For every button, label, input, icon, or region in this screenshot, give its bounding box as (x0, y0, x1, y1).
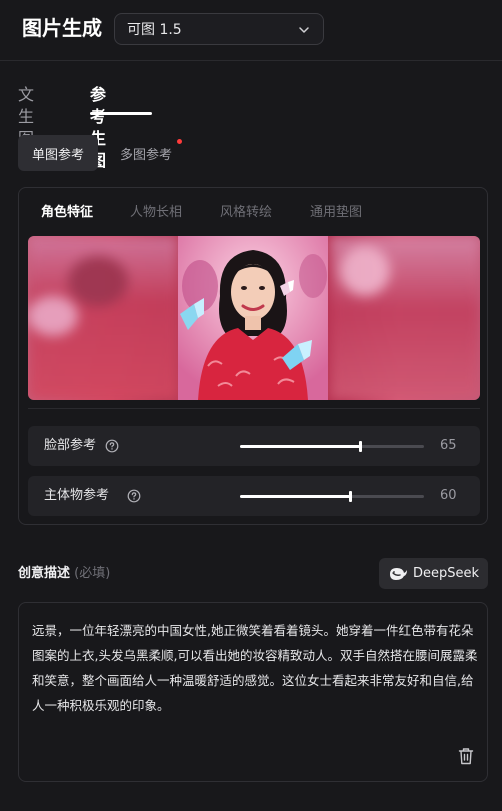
active-tab-indicator (90, 112, 152, 115)
reference-portrait-image (178, 236, 328, 400)
deepseek-button[interactable]: DeepSeek (379, 558, 488, 589)
description-heading: 创意描述 (必填) (18, 565, 110, 583)
slider-fill (240, 445, 360, 448)
face-reference-slider[interactable] (240, 441, 424, 452)
description-title: 创意描述 (18, 566, 71, 581)
deepseek-label: DeepSeek (412, 566, 480, 581)
face-reference-value: 65 (440, 438, 457, 453)
trash-icon[interactable] (458, 747, 474, 765)
face-reference-slider-row: 脸部参考 65 (28, 426, 480, 466)
tab-face-appearance[interactable]: 人物长相 (130, 204, 182, 222)
divider (28, 408, 480, 409)
slider-fill (240, 495, 350, 498)
reference-image-preview[interactable] (28, 236, 480, 400)
required-hint: (必填) (74, 566, 111, 581)
face-reference-label: 脸部参考 (44, 438, 97, 453)
blurred-background-right (330, 236, 480, 400)
help-circle-icon[interactable] (105, 439, 119, 453)
blurred-background-left (28, 236, 178, 400)
single-reference-button[interactable]: 单图参考 (18, 135, 98, 171)
slider-thumb[interactable] (359, 441, 362, 452)
tab-character-feature[interactable]: 角色特征 (41, 204, 93, 222)
model-select[interactable]: 可图 1.5 (114, 13, 324, 45)
new-badge-dot (177, 139, 182, 144)
subject-reference-label: 主体物参考 (44, 488, 110, 503)
slider-thumb[interactable] (349, 491, 352, 502)
reference-card: 角色特征 人物长相 风格转绘 通用垫图 脸部参考 65 主体物参考 60 (18, 187, 488, 525)
page-title: 图片生成 (22, 16, 102, 40)
header: 图片生成 可图 1.5 (0, 0, 502, 61)
multi-reference-button[interactable]: 多图参考 (106, 135, 186, 171)
chevron-down-icon (299, 27, 309, 33)
subject-reference-slider[interactable] (240, 491, 424, 502)
subject-reference-value: 60 (440, 488, 457, 503)
description-textarea[interactable]: 远景，一位年轻漂亮的中国女性,她正微笑着看着镜头。她穿着一件红色带有花朵图案的上… (18, 602, 488, 782)
tab-general-base-image[interactable]: 通用垫图 (310, 204, 362, 222)
subject-reference-slider-row: 主体物参考 60 (28, 476, 480, 516)
description-text: 远景，一位年轻漂亮的中国女性,她正微笑着看着镜头。她穿着一件红色带有花朵图案的上… (32, 623, 478, 713)
tab-style-transfer[interactable]: 风格转绘 (220, 204, 272, 222)
help-circle-icon[interactable] (127, 489, 141, 503)
model-select-value: 可图 1.5 (127, 22, 182, 38)
deepseek-whale-icon (389, 567, 407, 580)
